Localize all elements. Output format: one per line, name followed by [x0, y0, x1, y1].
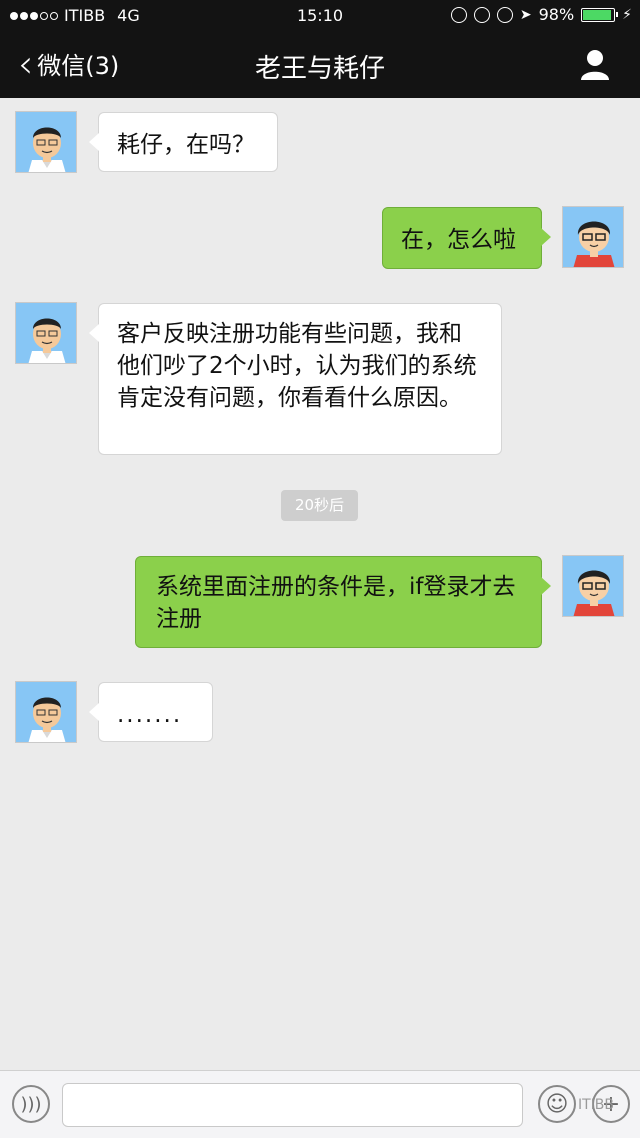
- avatar-laowang[interactable]: [15, 681, 77, 743]
- avatar-laowang[interactable]: [15, 111, 77, 173]
- input-bar: ))) ☺ + ITIBB: [0, 1070, 640, 1138]
- nav-bar: ‹ 微信(3) 老王与耗仔: [0, 30, 640, 98]
- message-bubble-incoming[interactable]: 耗仔，在吗？: [89, 112, 278, 172]
- message-text: 耗仔，在吗？: [117, 132, 255, 158]
- watermark: ITIBB: [577, 1097, 614, 1113]
- message-text: 客户反映注册功能有些问题，我和他们吵了2个小时，认为我们的系统肯定没有问题，你看…: [117, 321, 477, 411]
- sync-icon: [450, 6, 467, 23]
- message-bubble-outgoing[interactable]: 系统里面注册的条件是，if登录才去注册: [135, 556, 551, 648]
- battery-icon: [581, 7, 619, 22]
- emoji-button[interactable]: ☺: [538, 1085, 576, 1123]
- timestamp-divider: 20秒后: [281, 490, 358, 521]
- status-bar: ITIBB 4G 15:10 ➤ 98% ⚡: [0, 0, 640, 30]
- location-icon: ➤: [519, 6, 532, 23]
- charging-icon: ⚡: [622, 6, 632, 23]
- message-input[interactable]: [62, 1083, 523, 1127]
- avatar-laowang[interactable]: [15, 302, 77, 364]
- message-text: 在，怎么啦: [401, 227, 516, 253]
- avatar-haozai[interactable]: [562, 555, 624, 617]
- battery-percent: 98%: [538, 5, 575, 24]
- message-bubble-incoming[interactable]: .......: [89, 682, 213, 742]
- person-icon[interactable]: [578, 48, 612, 82]
- avatar-haozai[interactable]: [562, 206, 624, 268]
- message-bubble-outgoing[interactable]: 在，怎么啦: [382, 207, 551, 269]
- orientation-lock-icon: [473, 6, 490, 23]
- alarm-icon: [496, 6, 513, 23]
- voice-button[interactable]: ))): [12, 1085, 50, 1123]
- voice-icon: ))): [20, 1093, 42, 1115]
- message-text: 系统里面注册的条件是，if登录才去注册: [156, 574, 516, 632]
- message-text: .......: [117, 702, 183, 728]
- emoji-icon: ☺: [545, 1091, 569, 1117]
- status-right: ➤ 98% ⚡: [450, 5, 632, 24]
- message-bubble-incoming[interactable]: 客户反映注册功能有些问题，我和他们吵了2个小时，认为我们的系统肯定没有问题，你看…: [89, 303, 502, 455]
- chat-title: 老王与耗仔: [254, 54, 385, 84]
